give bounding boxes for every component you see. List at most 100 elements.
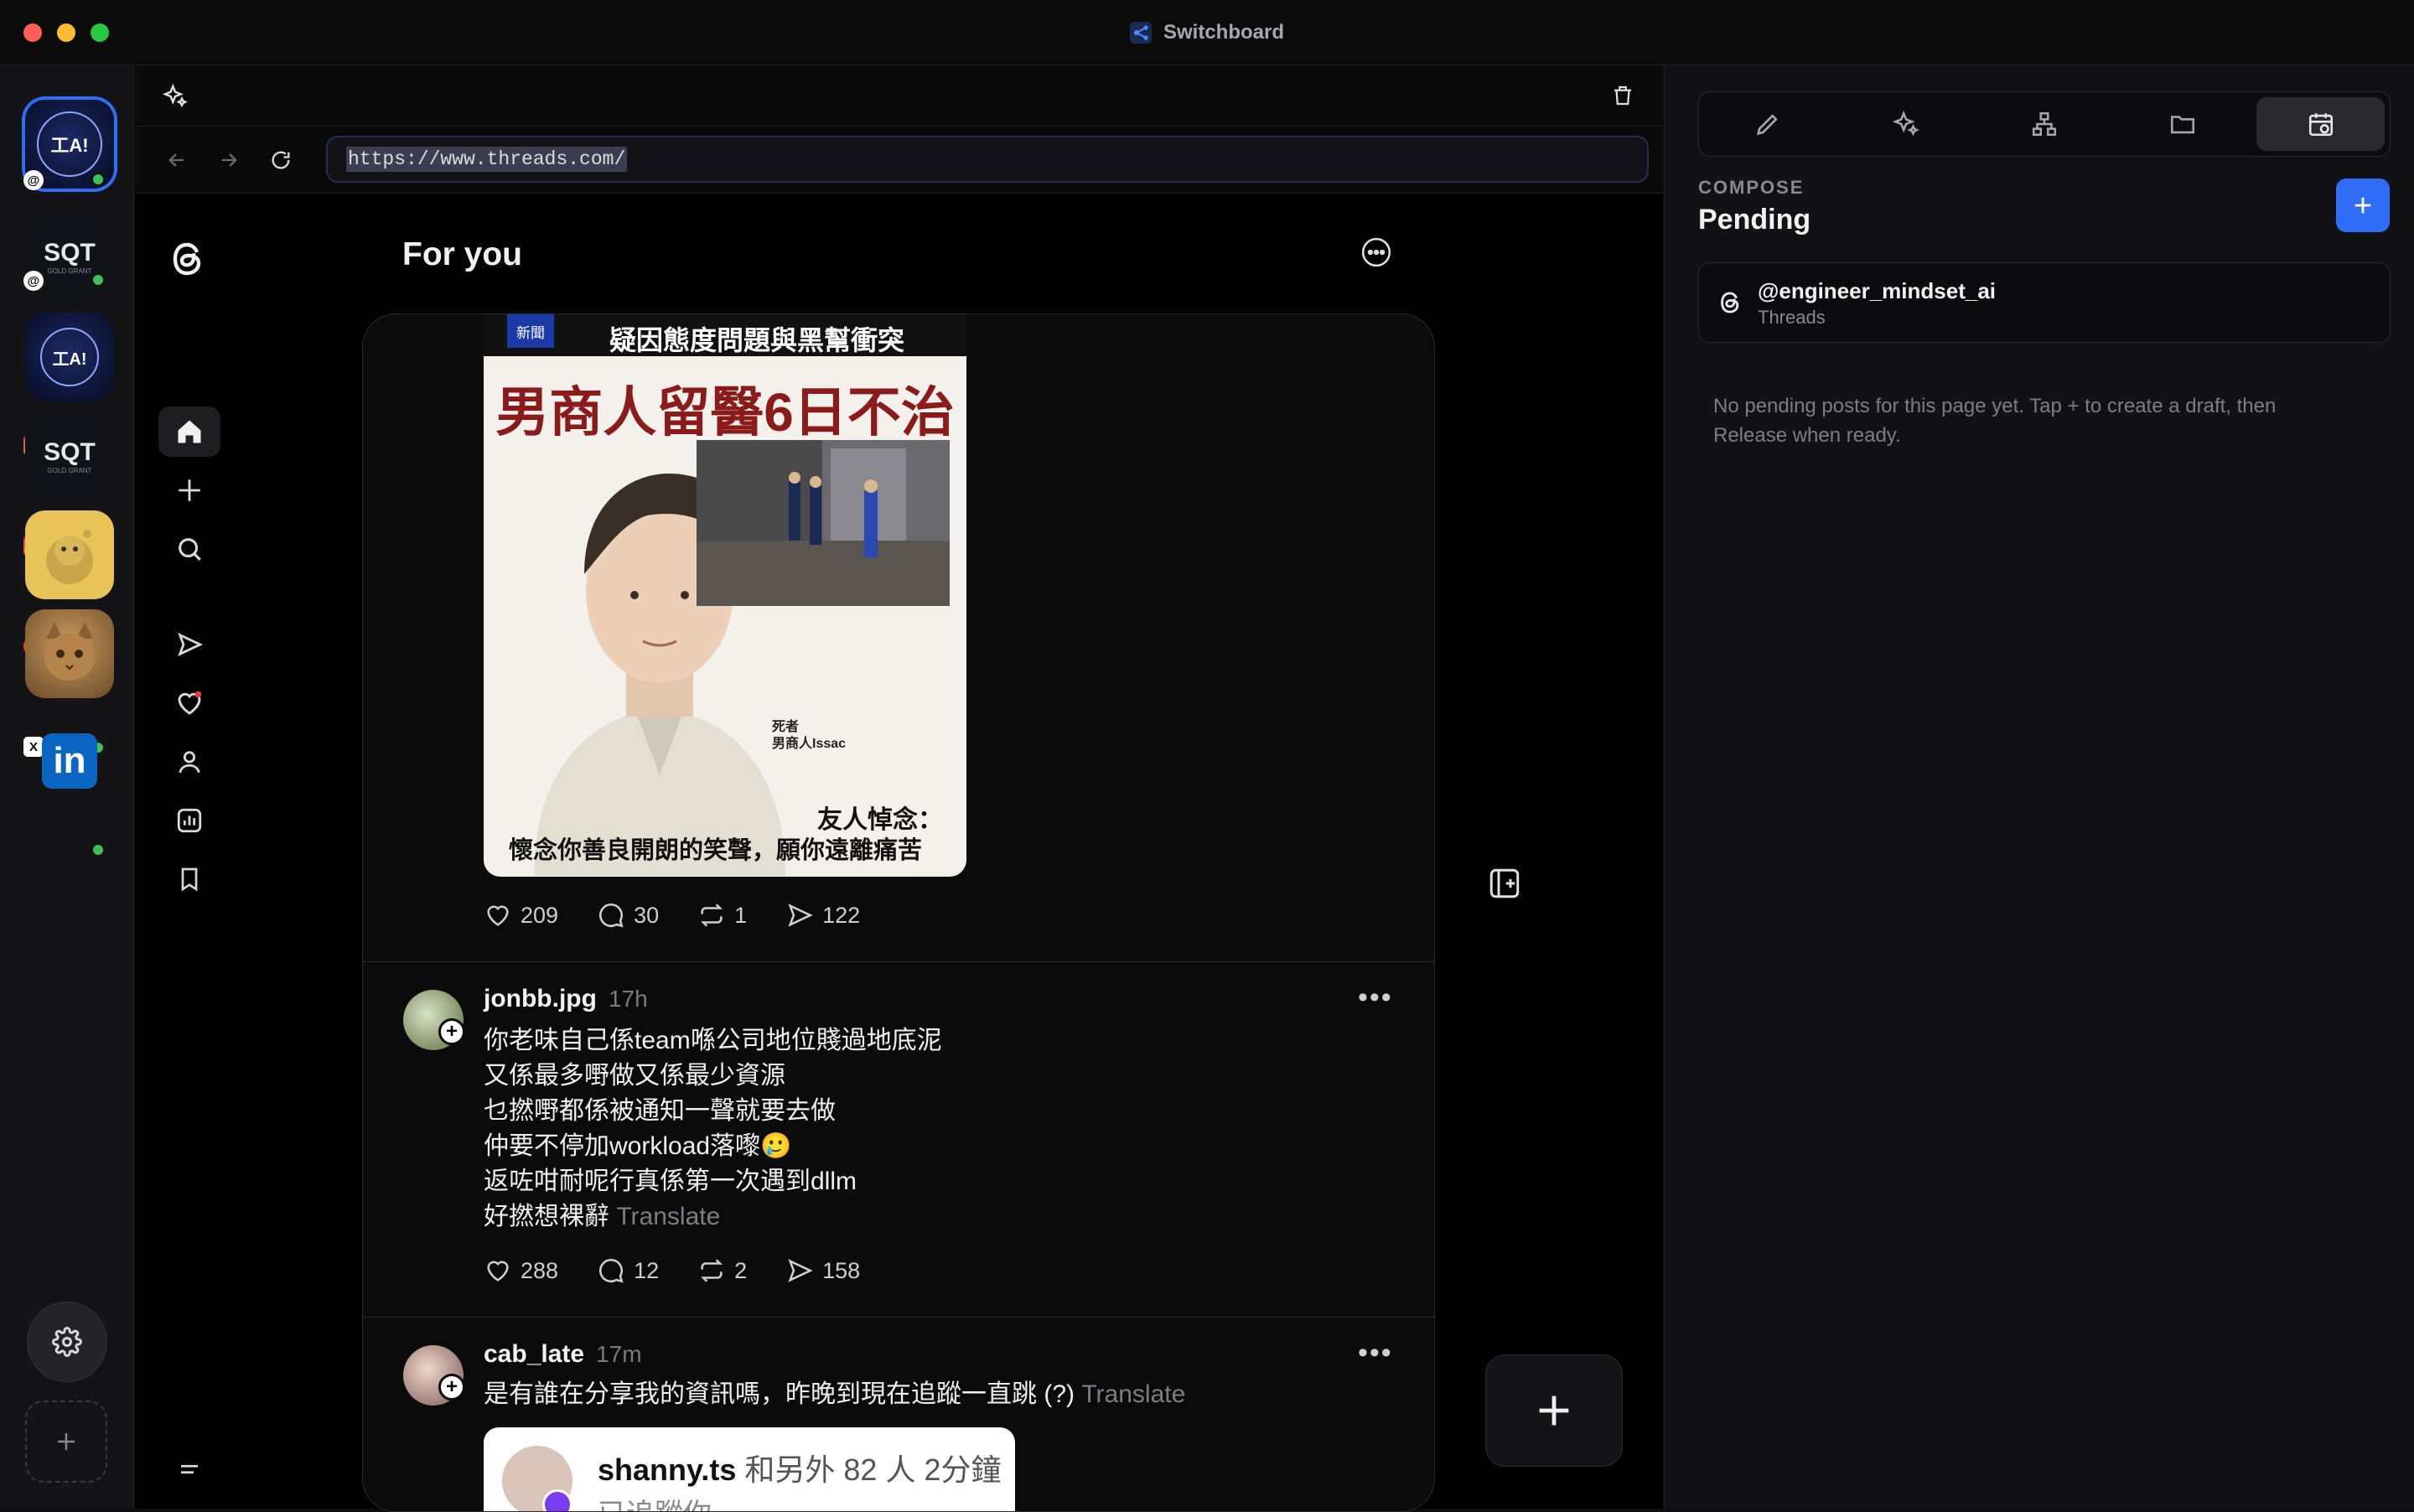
post-actions: 288 12 2 158	[484, 1256, 899, 1285]
threads-badge-icon: @	[23, 271, 44, 291]
create-plus-icon[interactable]	[158, 465, 220, 515]
image-caption-2: 男商人Issac	[772, 737, 847, 751]
threads-badge-icon: @	[23, 170, 44, 190]
repost-count: 2	[734, 1257, 748, 1283]
repost-count: 1	[734, 902, 748, 928]
trash-icon[interactable]	[1610, 83, 1635, 108]
pencil-icon	[1754, 110, 1782, 138]
post-author[interactable]: jonbb.jpg 17h	[484, 985, 648, 1013]
bookmark-icon[interactable]	[158, 854, 220, 904]
share-button[interactable]: 122	[785, 901, 860, 929]
section-label: COMPOSE	[1698, 177, 1805, 198]
sparkle-icon[interactable]	[162, 83, 189, 110]
insights-icon[interactable]	[158, 795, 220, 846]
back-arrow-icon[interactable]	[165, 148, 189, 172]
more-options-icon[interactable]: •••	[1358, 1337, 1393, 1370]
share-count: 122	[822, 902, 861, 928]
embed-header: shanny.ts 和另外 82 人 2分鐘	[598, 1446, 1001, 1489]
browser-nav-bar: https://www.threads.com/	[135, 127, 1663, 194]
post-body: 是有誰在分享我的資訊嗎，昨晚到現在追蹤一直跳 (?) Translate	[484, 1377, 1185, 1412]
embed-meta: 和另外 82 人 2分鐘	[744, 1452, 1002, 1487]
threads-logo-icon[interactable]	[168, 237, 209, 281]
like-count: 288	[521, 1257, 559, 1283]
app-title: Switchboard	[0, 0, 2414, 65]
cat-avatar-icon	[25, 609, 114, 698]
username[interactable]: cab_late	[484, 1340, 584, 1368]
tab-edit[interactable]	[1704, 97, 1832, 151]
title-bar: Switchboard	[0, 0, 2414, 65]
translate-link[interactable]: Translate	[616, 1203, 720, 1230]
plus-icon	[2351, 194, 2375, 217]
account-x[interactable]	[25, 609, 114, 698]
post-actions: 209 30 1 122	[484, 901, 899, 929]
browser-pane: https://www.threads.com/ For you 新聞 疑因態度…	[135, 66, 1663, 1512]
settings-button[interactable]	[27, 1302, 107, 1382]
comment-button[interactable]: 30	[597, 901, 659, 929]
sitemap-icon	[2030, 110, 2059, 138]
embed-sub: 已追蹤你	[598, 1491, 712, 1511]
post-author[interactable]: cab_late 17m	[484, 1340, 642, 1369]
create-draft-button[interactable]	[2336, 179, 2390, 232]
threads-icon	[1717, 288, 1744, 317]
follow-plus-icon[interactable]: +	[438, 1018, 465, 1045]
post-time: 17h	[608, 986, 648, 1012]
account-linkedin[interactable]: in	[25, 717, 114, 805]
like-button[interactable]: 209	[484, 901, 558, 929]
url-text[interactable]: https://www.threads.com/	[346, 147, 628, 172]
home-icon[interactable]	[158, 406, 220, 457]
post-divider	[363, 1317, 1434, 1318]
tab-schedule[interactable]	[2256, 97, 2385, 151]
online-indicator	[91, 272, 106, 287]
account-sqt-instagram[interactable]: SQT GOLD GRANT	[25, 412, 114, 500]
empty-message-line: No pending posts for this page yet. Tap …	[1713, 395, 2277, 417]
add-column-icon[interactable]	[1487, 866, 1522, 901]
account-ai-instagram[interactable]: 工A!	[25, 313, 114, 401]
account-rail: 工A! @ SQTGOLD GRANT @ 工A! ◎ SQTGOLD GRAN…	[0, 66, 134, 1509]
online-indicator	[91, 842, 106, 857]
browser-toolbar	[135, 66, 1663, 127]
translate-link[interactable]: Translate	[1081, 1380, 1185, 1408]
profile-icon[interactable]	[158, 737, 220, 787]
new-post-button[interactable]	[1485, 1354, 1623, 1467]
account-logo-text: 工A!	[40, 328, 99, 386]
compose-panel: COMPOSE Pending @engineer_mindset_ai Thr…	[1664, 66, 2414, 1509]
feed-title[interactable]: For you	[402, 236, 522, 273]
menu-icon[interactable]	[158, 1444, 220, 1494]
account-reddit[interactable]	[25, 510, 114, 599]
follow-plus-icon[interactable]: +	[438, 1374, 465, 1401]
tab-ai[interactable]	[1842, 97, 1971, 151]
comment-button[interactable]: 12	[597, 1256, 659, 1285]
linkedin-logo-icon: in	[42, 733, 97, 789]
reddit-avatar-icon	[25, 510, 114, 599]
post-line: 仲要不停加workload落嚟🥲	[484, 1132, 792, 1160]
post-line: 你老味自己係team喺公司地位賤過地底泥	[484, 1027, 942, 1054]
post-divider	[363, 961, 1434, 962]
embedded-screenshot[interactable]: shanny.ts 和另外 82 人 2分鐘 已追蹤你	[484, 1427, 1015, 1511]
like-button[interactable]: 288	[484, 1256, 558, 1285]
account-card[interactable]: @engineer_mindset_ai Threads	[1698, 262, 2391, 343]
post-image[interactable]: 新聞 疑因態度問題與黑幫衝突 男商人留醫6日不治 死者 男商人Issac 友人悼…	[484, 314, 966, 877]
post-body: 你老味自己係team喺公司地位賤過地底泥 又係最多嘢做又係最少資源乜撚嘢都係被通知…	[484, 1023, 942, 1235]
post-line: 又係最多嘢做又係最少資源	[484, 1062, 785, 1090]
add-account-button[interactable]	[25, 1401, 107, 1483]
account-logo-text: SQT	[44, 238, 96, 267]
send-icon[interactable]	[158, 619, 220, 670]
feed-options-icon[interactable]	[1360, 236, 1392, 268]
sparkle-icon	[1892, 110, 1920, 138]
post-line: 乜撚嘢都係被通知一聲就要去做	[484, 1097, 836, 1125]
repost-button[interactable]: 1	[697, 901, 747, 929]
tab-hierarchy[interactable]	[1981, 97, 2109, 151]
like-count: 209	[521, 902, 559, 928]
username[interactable]: jonbb.jpg	[484, 985, 597, 1012]
app-title-text: Switchboard	[1163, 21, 1284, 44]
activity-heart-icon[interactable]	[158, 678, 220, 728]
repost-button[interactable]: 2	[697, 1256, 747, 1285]
inset-photo	[697, 440, 950, 606]
more-options-icon[interactable]: •••	[1358, 981, 1393, 1014]
url-bar[interactable]: https://www.threads.com/	[326, 136, 1649, 183]
share-button[interactable]: 158	[785, 1256, 860, 1285]
forward-arrow-icon[interactable]	[217, 148, 241, 172]
reload-icon[interactable]	[269, 148, 293, 172]
tab-folder[interactable]	[2118, 97, 2246, 151]
search-icon[interactable]	[158, 524, 220, 574]
